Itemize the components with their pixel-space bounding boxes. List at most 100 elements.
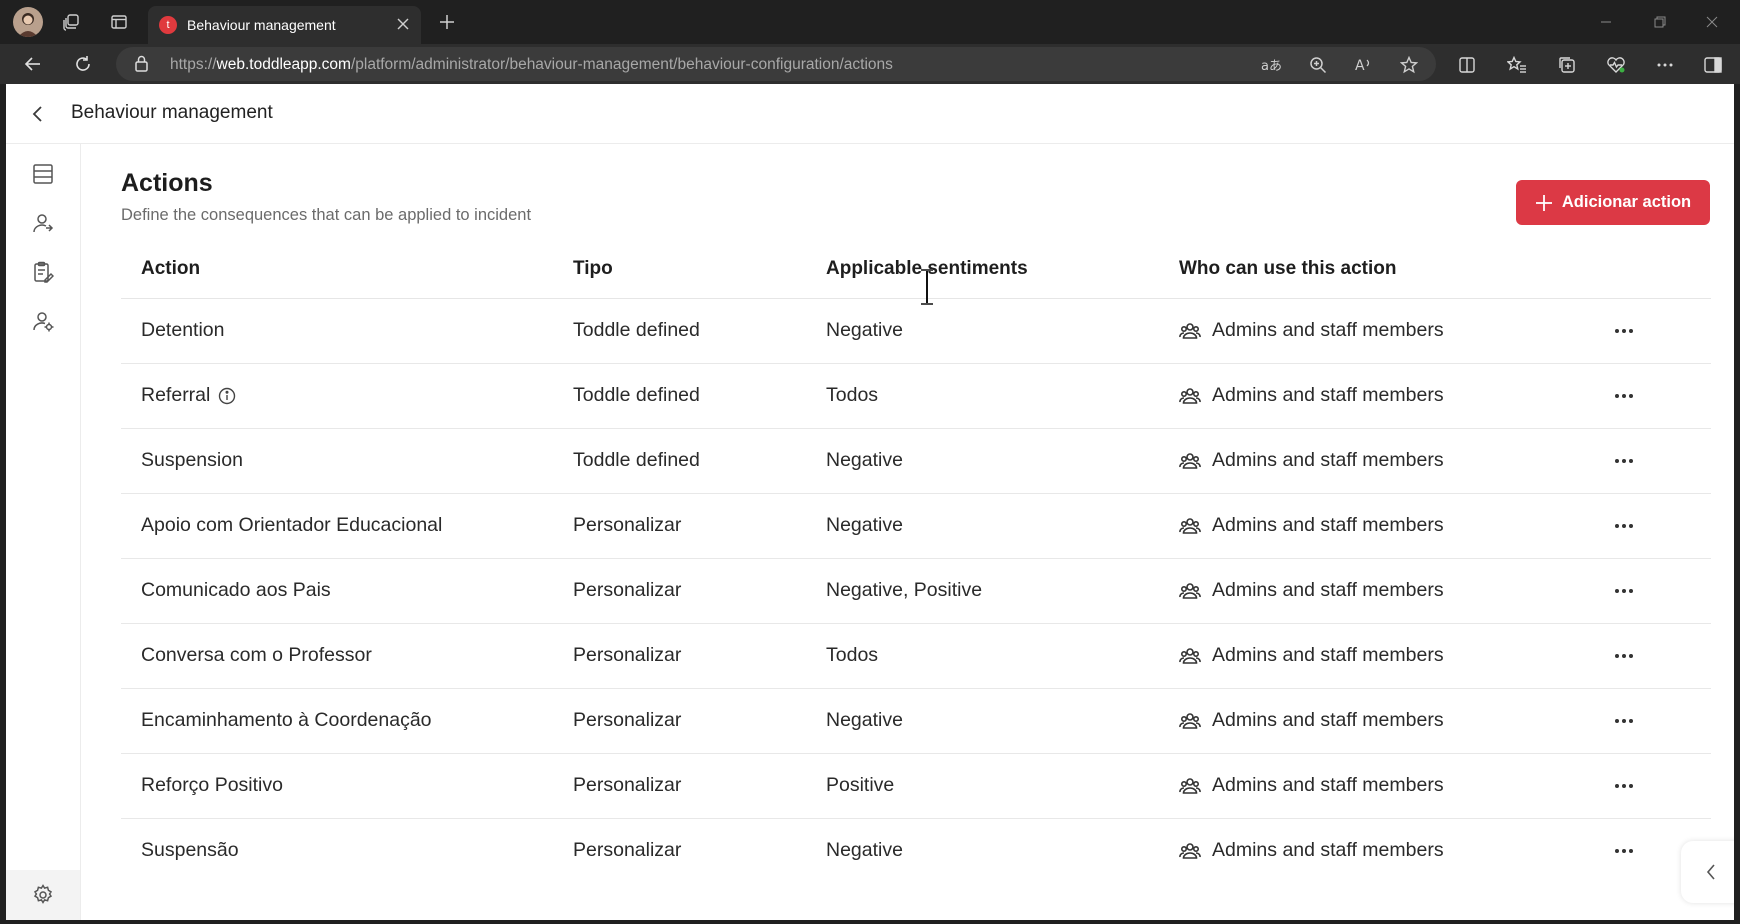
- favorites-list-icon[interactable]: [1504, 52, 1530, 78]
- cell-action: Suspension: [141, 449, 243, 472]
- who-label: Admins and staff members: [1212, 644, 1444, 666]
- actions-table: Action Tipo Applicable sentiments Who ca…: [121, 239, 1711, 883]
- zoom-icon[interactable]: [1306, 53, 1330, 77]
- sidebar-toggle-icon[interactable]: [1700, 52, 1726, 78]
- row-more-options-icon[interactable]: [1609, 577, 1639, 605]
- who-label: Admins and staff members: [1212, 709, 1444, 731]
- table-row[interactable]: Conversa com o Professor Personalizar Todo…: [121, 624, 1711, 689]
- who-label: Admins and staff members: [1212, 579, 1444, 601]
- cell-sentiments: Negative, Positive: [826, 579, 983, 601]
- url-text[interactable]: https://web.toddleapp.com/platform/admin…: [170, 56, 893, 74]
- cell-sentiments: Negative: [826, 514, 903, 536]
- more-options-icon[interactable]: [1652, 52, 1678, 78]
- table-row[interactable]: Apoio com Orientador Educacional Personal…: [121, 494, 1711, 559]
- row-more-options-icon[interactable]: [1609, 707, 1639, 735]
- info-icon[interactable]: [218, 387, 236, 405]
- user-settings-icon[interactable]: [28, 306, 58, 336]
- column-header-tipo[interactable]: Tipo: [573, 258, 613, 280]
- table-row[interactable]: Suspensão Personalizar Negative Admins and …: [121, 819, 1711, 883]
- table-row[interactable]: Referral Toddle defined Todos Admins and st…: [121, 364, 1711, 429]
- row-more-options-icon[interactable]: [1609, 447, 1639, 475]
- row-more-options-icon[interactable]: [1609, 837, 1639, 865]
- row-more-options-icon[interactable]: [1609, 382, 1639, 410]
- group-users-icon: [1179, 841, 1201, 861]
- cell-tipo: Toddle defined: [573, 319, 700, 341]
- cell-who: Admins and staff members: [1179, 579, 1444, 602]
- action-name: Apoio com Orientador Educacional: [141, 514, 443, 536]
- close-window-icon[interactable]: [1700, 10, 1724, 34]
- action-name: Reforço Positivo: [141, 774, 283, 796]
- user-action-icon[interactable]: [28, 208, 58, 238]
- workspaces-icon[interactable]: [58, 9, 84, 35]
- table-row[interactable]: Encaminhamento à Coordenação Personalizar…: [121, 689, 1711, 754]
- address-bar[interactable]: https://web.toddleapp.com/platform/admin…: [116, 47, 1436, 81]
- row-more-options-icon[interactable]: [1609, 317, 1639, 345]
- group-users-icon: [1179, 386, 1201, 406]
- lock-icon[interactable]: [134, 55, 149, 72]
- url-path: /platform/administrator/behaviour-manage…: [350, 56, 893, 73]
- group-users-icon: [1179, 516, 1201, 536]
- cell-action: Suspensão: [141, 839, 239, 862]
- action-name: Encaminhamento à Coordenação: [141, 709, 432, 731]
- cell-sentiments: Negative: [826, 709, 903, 731]
- table-row[interactable]: Detention Toddle defined Negative Admins an…: [121, 299, 1711, 364]
- refresh-icon[interactable]: [70, 51, 96, 77]
- cell-sentiments: Negative: [826, 449, 903, 471]
- row-more-options-icon[interactable]: [1609, 642, 1639, 670]
- column-header-who[interactable]: Who can use this action: [1179, 258, 1396, 280]
- favorite-star-icon[interactable]: [1397, 53, 1421, 77]
- back-arrow-icon[interactable]: [20, 51, 46, 77]
- collapse-panel-button[interactable]: [1681, 841, 1734, 903]
- cell-sentiments: Todos: [826, 384, 879, 406]
- row-more-options-icon[interactable]: [1609, 772, 1639, 800]
- table-row[interactable]: Suspension Toddle defined Negative Admins a…: [121, 429, 1711, 494]
- clipboard-edit-icon[interactable]: [28, 257, 58, 287]
- tab-actions-icon[interactable]: [106, 9, 132, 35]
- cell-who: Admins and staff members: [1179, 384, 1444, 407]
- chevron-left-icon: [1706, 864, 1715, 880]
- who-label: Admins and staff members: [1212, 319, 1444, 341]
- cell-sentiments: Negative: [826, 839, 903, 861]
- cell-action: Reforço Positivo: [141, 774, 283, 797]
- cell-who: Admins and staff members: [1179, 514, 1444, 537]
- table-row[interactable]: Reforço Positivo Personalizar Positive Admi…: [121, 754, 1711, 819]
- cell-who: Admins and staff members: [1179, 709, 1444, 732]
- collections-icon[interactable]: [1554, 52, 1580, 78]
- page-subtitle: Define the consequences that can be appl…: [121, 206, 532, 224]
- cell-tipo: Personalizar: [573, 579, 682, 601]
- cell-tipo: Personalizar: [573, 774, 682, 796]
- restore-icon[interactable]: [1648, 10, 1672, 34]
- table-row[interactable]: Comunicado aos Pais Personalizar Negative,…: [121, 559, 1711, 624]
- profile-avatar[interactable]: [13, 7, 43, 37]
- sidebar-footer: [6, 870, 80, 920]
- translate-icon[interactable]: aあ: [1259, 53, 1283, 77]
- cell-who: Admins and staff members: [1179, 839, 1444, 862]
- cell-action: Detention: [141, 319, 224, 342]
- browser-tab-active[interactable]: t Behaviour management: [148, 6, 421, 44]
- who-label: Admins and staff members: [1212, 384, 1444, 406]
- new-tab-plus-icon[interactable]: [434, 9, 460, 35]
- action-name: Suspensão: [141, 839, 239, 861]
- add-action-button[interactable]: Adicionar action: [1516, 180, 1710, 225]
- page-viewport: Behaviour management Actions Define the …: [6, 84, 1734, 920]
- back-chevron-icon[interactable]: [26, 102, 50, 126]
- who-label: Admins and staff members: [1212, 774, 1444, 796]
- browser-essentials-heart-icon[interactable]: [1603, 52, 1629, 78]
- column-header-action[interactable]: Action: [141, 258, 200, 280]
- list-icon[interactable]: [28, 159, 58, 189]
- cell-who: Admins and staff members: [1179, 774, 1444, 797]
- row-more-options-icon[interactable]: [1609, 512, 1639, 540]
- cell-action: Encaminhamento à Coordenação: [141, 709, 432, 732]
- cell-sentiments: Positive: [826, 774, 895, 796]
- read-aloud-icon[interactable]: A: [1352, 53, 1376, 77]
- action-name: Comunicado aos Pais: [141, 579, 331, 601]
- cell-who: Admins and staff members: [1179, 319, 1444, 342]
- minimize-icon[interactable]: [1594, 10, 1618, 34]
- gear-icon[interactable]: [28, 880, 58, 910]
- split-screen-icon[interactable]: [1454, 52, 1480, 78]
- toddle-favicon-icon: t: [159, 16, 177, 34]
- browser-toolbar: https://web.toddleapp.com/platform/admin…: [0, 44, 1740, 84]
- who-label: Admins and staff members: [1212, 514, 1444, 536]
- close-tab-icon[interactable]: [393, 14, 413, 34]
- who-label: Admins and staff members: [1212, 449, 1444, 471]
